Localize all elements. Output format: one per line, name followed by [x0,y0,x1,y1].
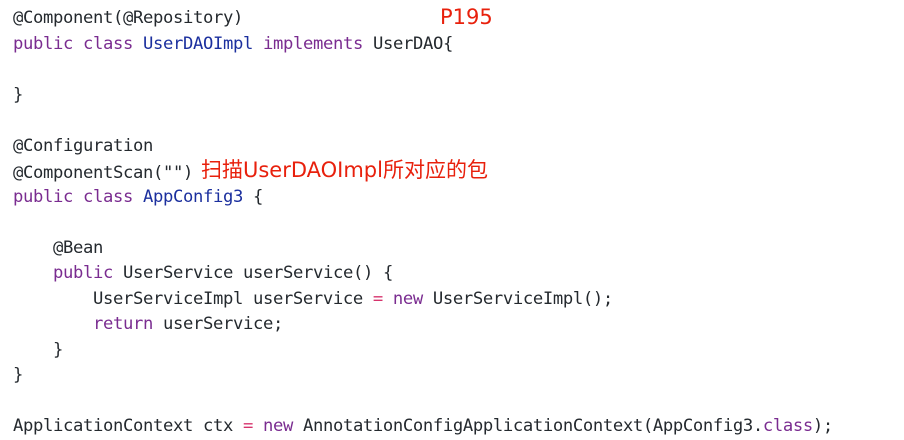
code-token-keyword: class [83,33,133,54]
code-token-plain: ) [182,163,193,183]
code-line: public UserService userService() { [13,261,833,287]
code-token-type: UserDAOImpl [143,33,253,54]
code-line: ApplicationContext ctx = new AnnotationC… [13,414,833,440]
code-line: @Configuration [13,134,833,160]
code-token-plain: UserDAO{ [362,33,453,54]
code-token-keyword: new [262,416,293,436]
code-line: public class UserDAOImpl implements User… [13,32,833,58]
code-token-keyword: public [13,186,73,207]
code-token-keyword: class [762,416,813,436]
code-token-plain: @ComponentScan( [13,163,163,183]
code-token-plain: "" [162,163,183,183]
code-token-plain: UserServiceImpl userService [13,288,373,309]
code-token-keyword: implements [262,33,363,54]
code-token-keyword: return [92,314,153,334]
code-line: UserServiceImpl userService = new UserSe… [13,287,833,313]
code-token-plain: ); [812,416,833,436]
code-token-plain: @Configuration [13,135,153,156]
code-token-plain: AnnotationConfigApplicationContext(AppCo… [292,416,763,436]
code-token-plain: ApplicationContext ctx [13,416,243,436]
code-token-keyword: new [392,288,423,309]
code-token-keyword: public [53,263,113,283]
code-token-type: AppConfig3 [143,186,243,207]
code-line: @Bean [13,236,833,262]
code-token-plain: @Component(@Repository) [13,8,243,28]
code-token-plain: } [13,339,63,360]
code-token-plain: userService; [152,314,283,334]
code-line: @Component(@Repository) [13,6,833,32]
code-line: return userService; [13,312,833,338]
code-token-plain: UserServiceImpl(); [422,288,613,309]
code-token-plain: { [242,186,263,207]
code-line: } [13,338,833,364]
code-line: @ComponentScan("") 扫描UserDAOImpl所对应的包 [13,158,833,185]
code-token-plain: @Bean [13,237,103,258]
code-token-keyword: public [13,33,73,54]
scan-annotation-note: 扫描UserDAOImpl所对应的包 [200,158,488,182]
code-token-keyword: class [83,186,133,207]
code-token-plain: } [13,84,23,105]
code-line: } [13,83,833,109]
code-block: @Component(@Repository) public class User… [13,6,833,440]
code-token-operator: = [242,416,253,436]
code-token-operator: = [372,288,383,309]
code-token-plain: } [13,365,23,385]
code-line: } [13,363,833,389]
code-line: public class AppConfig3 { [13,185,833,211]
code-token-plain: UserService userService() { [113,263,393,283]
